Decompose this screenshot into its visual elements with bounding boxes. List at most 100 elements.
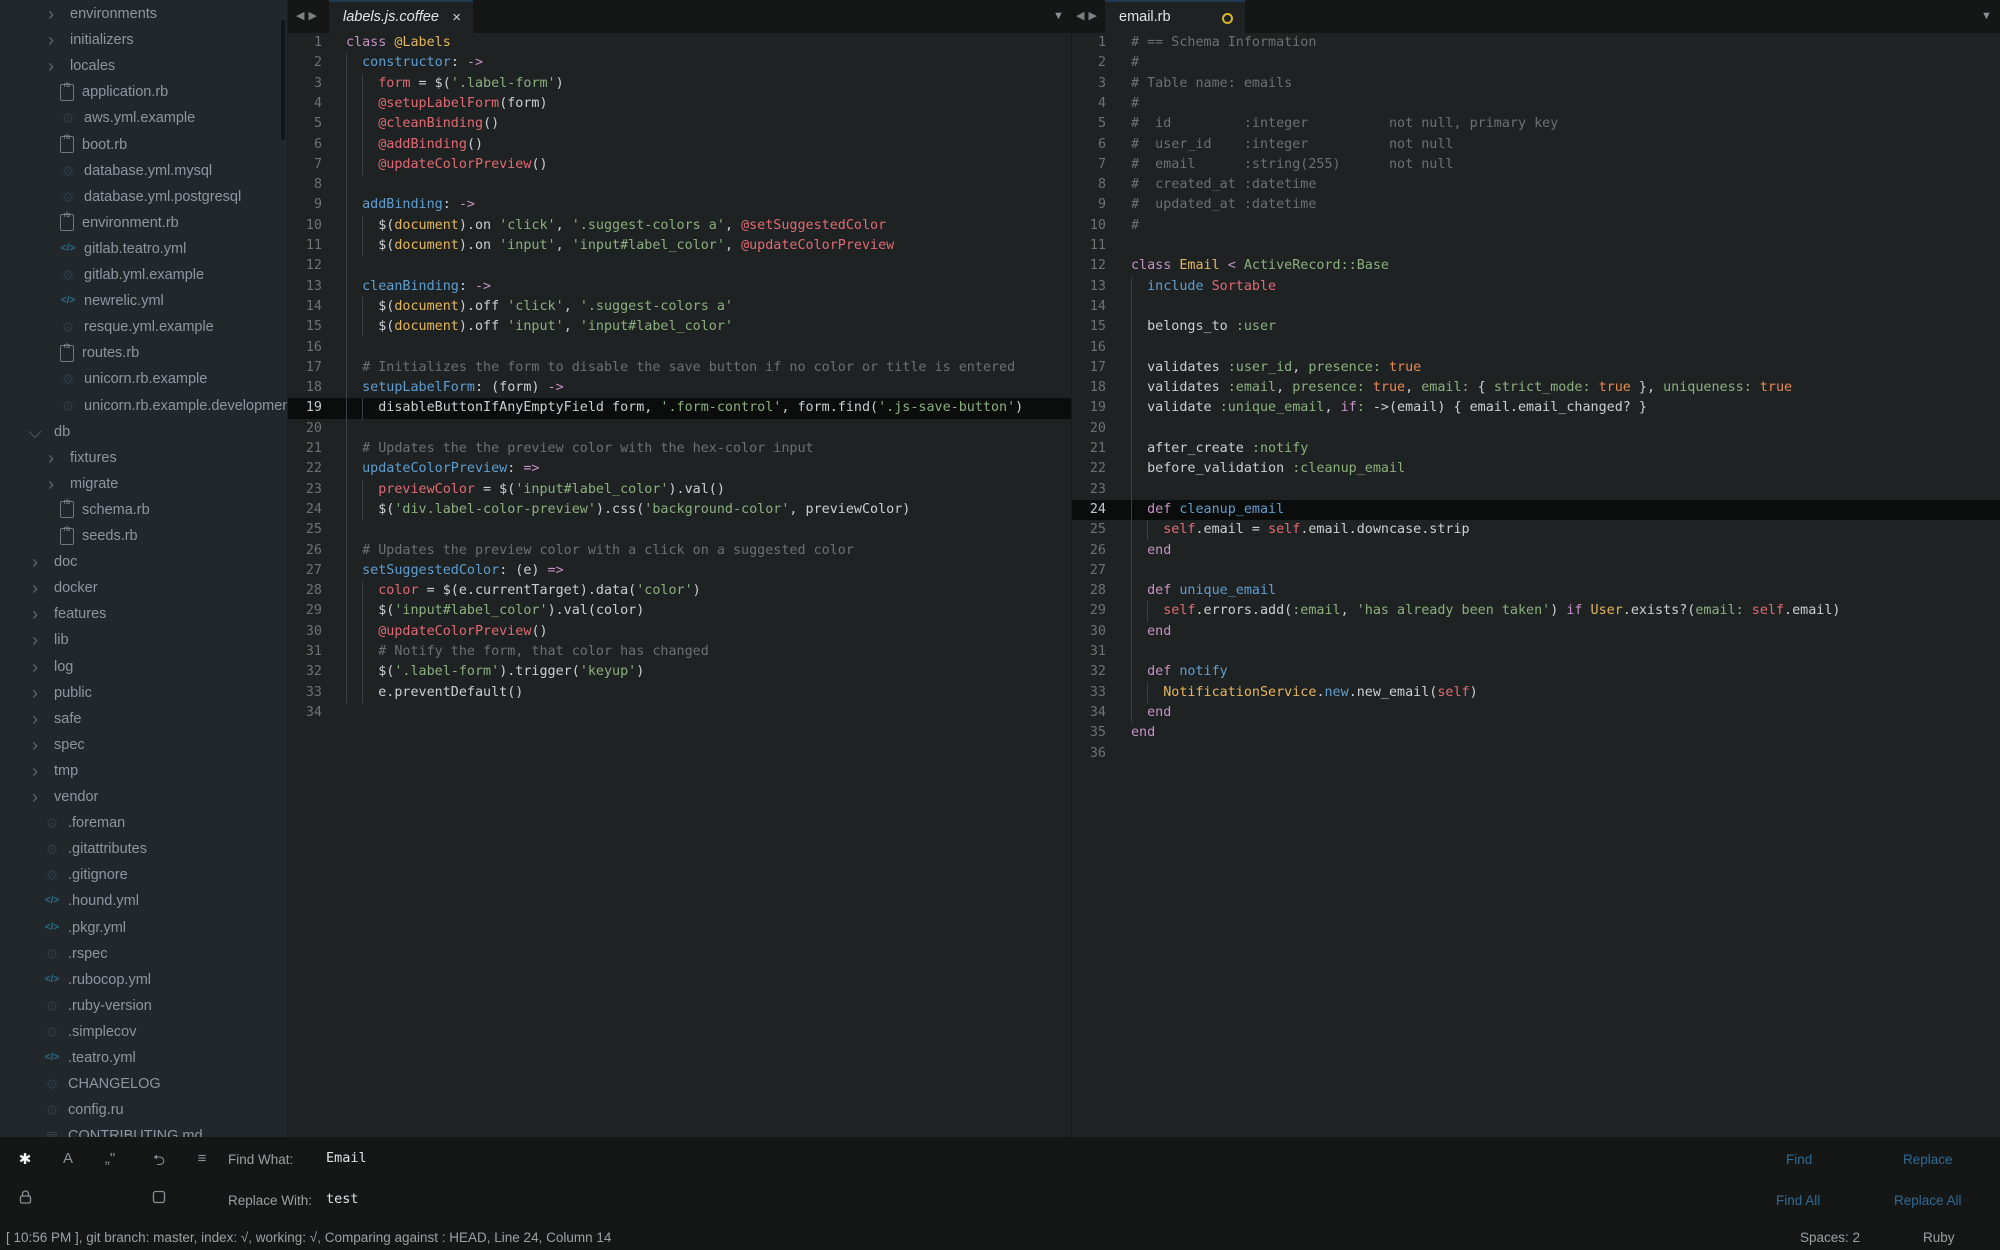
code-line[interactable]: 5 @cleanBinding() <box>288 114 1071 134</box>
tree-file[interactable]: ⚙ CHANGELOG <box>44 1071 161 1097</box>
syntax-selector[interactable]: Ruby <box>1923 1225 1955 1250</box>
tree-file[interactable]: ⚙ gitlab.yml.example <box>60 262 204 288</box>
tree-folder[interactable]: › vendor <box>28 784 98 810</box>
tree-file[interactable]: ⚙ database.yml.postgresql <box>60 184 241 210</box>
close-tab-icon[interactable]: × <box>452 2 461 33</box>
code-line[interactable]: 34 <box>288 703 1071 723</box>
find-all-button[interactable]: Find All <box>1776 1193 1820 1208</box>
tab-next-icon[interactable]: ▶ <box>308 10 320 22</box>
code-line[interactable]: 4 # <box>1072 94 2000 114</box>
code-line[interactable]: 3 form = $('.label-form') <box>288 74 1071 94</box>
tree-folder[interactable]: › fixtures <box>44 445 117 471</box>
code-line[interactable]: 2 constructor: -> <box>288 53 1071 73</box>
code-line[interactable]: 33 e.preventDefault() <box>288 683 1071 703</box>
code-line[interactable]: 24 def cleanup_email <box>1072 499 2000 521</box>
tree-file[interactable]: ⚙ aws.yml.example <box>60 105 195 131</box>
chevron-right-icon[interactable]: › <box>28 784 42 810</box>
code-line[interactable]: 21 # Updates the the preview color with … <box>288 439 1071 459</box>
code-line[interactable]: 17 validates :user_id, presence: true <box>1072 358 2000 378</box>
tree-file[interactable]: ⚙ resque.yml.example <box>60 314 214 340</box>
tree-file[interactable]: rb routes.rb <box>60 340 139 366</box>
left-tab-dropdown-icon[interactable]: ▼ <box>1053 0 1064 33</box>
code-line[interactable]: 6 @addBinding() <box>288 135 1071 155</box>
tree-folder[interactable]: › docker <box>28 575 98 601</box>
tree-folder[interactable]: › environments <box>44 1 157 27</box>
code-line[interactable]: 1 # == Schema Information <box>1072 33 2000 53</box>
replace-button[interactable]: Replace <box>1903 1152 1953 1167</box>
code-line[interactable]: 17 # Initializes the form to disable the… <box>288 358 1071 378</box>
code-line[interactable]: 8 <box>288 175 1071 195</box>
chevron-right-icon[interactable]: › <box>28 654 42 680</box>
tree-file[interactable]: </> newrelic.yml <box>60 288 164 314</box>
tree-folder[interactable]: › tmp <box>28 758 78 784</box>
code-line[interactable]: 22 before_validation :cleanup_email <box>1072 459 2000 479</box>
code-line[interactable]: 8 # created_at :datetime <box>1072 175 2000 195</box>
code-line[interactable]: 14 <box>1072 297 2000 317</box>
code-line[interactable]: 28 def unique_email <box>1072 581 2000 601</box>
tree-file[interactable]: ⚙ .rspec <box>44 941 108 967</box>
chevron-right-icon[interactable]: › <box>44 1 58 27</box>
tree-file[interactable]: </> .pkgr.yml <box>44 915 126 941</box>
code-line[interactable]: 25 self.email = self.email.downcase.stri… <box>1072 520 2000 540</box>
tree-file[interactable]: ⚙ .simplecov <box>44 1019 137 1045</box>
chevron-right-icon[interactable]: › <box>44 471 58 497</box>
tree-file[interactable]: ⚙ .ruby-version <box>44 993 152 1019</box>
code-line[interactable]: 23 previewColor = $('input#label_color')… <box>288 480 1071 500</box>
code-line[interactable]: 30 @updateColorPreview() <box>288 622 1071 642</box>
left-tab-nav-arrows[interactable]: ◀▶ <box>296 0 321 33</box>
tree-file[interactable]: ⚙ unicorn.rb.example <box>60 366 208 392</box>
code-line[interactable]: 12 class Email < ActiveRecord::Base <box>1072 256 2000 276</box>
code-line[interactable]: 32 def notify <box>1072 662 2000 682</box>
tree-file[interactable]: </> .rubocop.yml <box>44 967 151 993</box>
tree-file[interactable]: ⚙ config.ru <box>44 1097 124 1123</box>
chevron-right-icon[interactable]: › <box>28 575 42 601</box>
lock-icon[interactable] <box>14 1190 36 1208</box>
chevron-down-icon[interactable]: ⌵ <box>28 419 42 445</box>
code-line[interactable]: 11 <box>1072 236 2000 256</box>
code-line[interactable]: 30 end <box>1072 622 2000 642</box>
code-line[interactable]: 26 end <box>1072 541 2000 561</box>
tab-next-icon[interactable]: ▶ <box>1088 10 1100 22</box>
code-line[interactable]: 21 after_create :notify <box>1072 439 2000 459</box>
chevron-right-icon[interactable]: › <box>28 680 42 706</box>
code-line[interactable]: 15 belongs_to :user <box>1072 317 2000 337</box>
code-line[interactable]: 7 @updateColorPreview() <box>288 155 1071 175</box>
code-line[interactable]: 13 cleanBinding: -> <box>288 277 1071 297</box>
editor-pane-right[interactable]: 1 # == Schema Information 2 #3 # Table name:… <box>1071 33 2000 1137</box>
code-line[interactable]: 23 <box>1072 480 2000 500</box>
tab-prev-icon[interactable]: ◀ <box>296 10 308 22</box>
case-sensitive-toggle-icon[interactable]: A <box>57 1150 79 1167</box>
tree-folder[interactable]: › doc <box>28 549 77 575</box>
tree-file[interactable]: ⚙ .gitattributes <box>44 836 147 862</box>
wrap-toggle-icon[interactable]: ⮌ <box>148 1150 170 1175</box>
code-line[interactable]: 15 $(document).off 'input', 'input#label… <box>288 317 1071 337</box>
tree-file[interactable]: </> .hound.yml <box>44 888 139 914</box>
code-line[interactable]: 25 <box>288 520 1071 540</box>
tab-email-rb[interactable]: email.rb <box>1105 0 1245 33</box>
tree-file[interactable]: rb schema.rb <box>60 497 150 523</box>
preserve-case-checkbox[interactable] <box>148 1190 170 1208</box>
replace-with-input[interactable] <box>326 1191 1626 1207</box>
chevron-right-icon[interactable]: › <box>28 732 42 758</box>
editor-pane-left[interactable]: 1 class @Labels 2 constructor: -> 3 form = … <box>288 33 1071 1137</box>
regex-toggle-icon[interactable]: ✱ <box>14 1150 36 1168</box>
tree-file[interactable]: rb application.rb <box>60 79 168 105</box>
chevron-right-icon[interactable]: › <box>28 706 42 732</box>
tree-file[interactable]: ⚙ .gitignore <box>44 862 128 888</box>
indentation-setting[interactable]: Spaces: 2 <box>1800 1225 1860 1250</box>
right-tab-nav-arrows[interactable]: ◀▶ <box>1076 0 1101 33</box>
chevron-right-icon[interactable]: › <box>44 27 58 53</box>
tree-folder[interactable]: › initializers <box>44 27 134 53</box>
code-line[interactable]: 6 # user_id :integer not null <box>1072 135 2000 155</box>
code-line[interactable]: 33 NotificationService.new.new_email(sel… <box>1072 683 2000 703</box>
code-line[interactable]: 29 self.errors.add(:email, 'has already … <box>1072 601 2000 621</box>
tree-file[interactable]: </> gitlab.teatro.yml <box>60 236 187 262</box>
chevron-right-icon[interactable]: › <box>28 601 42 627</box>
tree-folder[interactable]: › migrate <box>44 471 118 497</box>
code-line[interactable]: 22 updateColorPreview: => <box>288 459 1071 479</box>
tab-prev-icon[interactable]: ◀ <box>1076 10 1088 22</box>
code-line[interactable]: 16 <box>288 338 1071 358</box>
tree-folder[interactable]: ⌵ db <box>28 419 70 445</box>
tree-file[interactable]: </> .teatro.yml <box>44 1045 136 1071</box>
tree-folder[interactable]: › features <box>28 601 106 627</box>
